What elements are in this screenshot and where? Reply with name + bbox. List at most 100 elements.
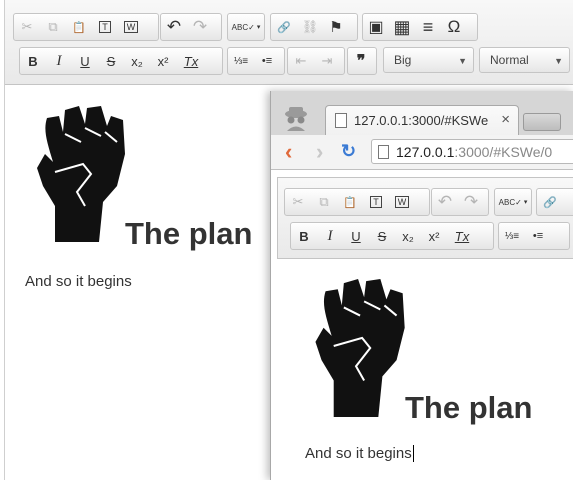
embedded-editor-toolbar: ✂ ⧉ 📋 T W ↶ ↷ ABC✓ ▾ 🔗 B I U S x₂ x² Tx ⅓…: [277, 177, 573, 259]
page-paragraph: And so it begins: [25, 273, 132, 290]
page-paragraph-text: And so it begins: [305, 445, 412, 462]
table-button[interactable]: ▦: [389, 14, 415, 40]
indent-group: ⇤ ⇥: [287, 47, 345, 75]
incognito-browser-window: 127.0.0.1:3000/#KSWe × ‹ › ↻ 127.0.0.1:3…: [270, 91, 573, 480]
basicstyles-group: B I U S x₂ x² Tx: [19, 47, 223, 75]
remove-format-icon: Tx: [454, 228, 470, 244]
chevron-down-icon: ▼: [554, 56, 563, 66]
paste-word-button[interactable]: W: [389, 189, 415, 215]
paste-text-icon: T: [370, 196, 382, 208]
superscript-button[interactable]: x²: [150, 48, 176, 74]
bold-icon: B: [28, 53, 38, 69]
format-combo[interactable]: Normal ▼: [479, 47, 570, 73]
paste-text-button[interactable]: T: [92, 14, 118, 40]
undo-icon: ↶: [166, 17, 182, 36]
undo-button[interactable]: ↶: [432, 189, 458, 215]
anchor-button[interactable]: ⚑: [323, 14, 349, 40]
bold-icon: B: [299, 228, 309, 244]
close-icon[interactable]: ×: [501, 111, 510, 128]
image-icon: ▣: [368, 19, 384, 36]
strike-button[interactable]: S: [369, 223, 395, 249]
bulleted-list-icon: •≡: [261, 55, 273, 67]
numbered-list-button[interactable]: ⅓≡: [228, 48, 254, 74]
special-char-icon: Ω: [447, 17, 461, 36]
undo-button[interactable]: ↶: [161, 14, 187, 40]
link-group: 🔗: [536, 188, 573, 216]
paste-word-icon: W: [394, 196, 410, 208]
italic-button[interactable]: I: [317, 223, 343, 249]
paste-button[interactable]: 📋: [66, 14, 92, 40]
font-size-combo[interactable]: Big ▼: [383, 47, 474, 73]
redo-button[interactable]: ↷: [458, 189, 484, 215]
strike-button[interactable]: S: [98, 48, 124, 74]
copy-button[interactable]: ⧉: [311, 189, 337, 215]
cut-button[interactable]: ✂: [14, 14, 40, 40]
page-paragraph: And so it begins: [305, 445, 414, 462]
underline-button[interactable]: U: [72, 48, 98, 74]
superscript-button[interactable]: x²: [421, 223, 447, 249]
page-heading: The plan: [405, 390, 533, 425]
address-bar-area: ‹ › ↻ 127.0.0.1:3000/#KSWe/0: [271, 135, 573, 170]
paste-text-button[interactable]: T: [363, 189, 389, 215]
italic-icon: I: [56, 52, 62, 69]
bold-button[interactable]: B: [291, 223, 317, 249]
numbered-list-icon: ⅓≡: [233, 55, 249, 67]
blockquote-button[interactable]: ❞: [348, 48, 374, 74]
embedded-editor-content[interactable]: The plan And so it begins: [271, 257, 573, 480]
cut-icon: ✂: [21, 19, 33, 34]
bulleted-list-button[interactable]: •≡: [525, 223, 551, 249]
copy-button[interactable]: ⧉: [40, 14, 66, 40]
reload-icon[interactable]: ↻: [341, 141, 356, 162]
bold-button[interactable]: B: [20, 48, 46, 74]
unlink-button[interactable]: ⛓: [297, 14, 323, 40]
spellcheck-button[interactable]: ABC✓ ▾: [228, 14, 264, 40]
redo-icon: ↷: [463, 192, 479, 211]
bulleted-list-button[interactable]: •≡: [254, 48, 280, 74]
special-char-button[interactable]: Ω: [441, 14, 467, 40]
horizontal-rule-icon: ≡: [422, 16, 434, 37]
outdent-icon: ⇤: [295, 53, 307, 68]
outdent-button[interactable]: ⇤: [288, 48, 314, 74]
underline-button[interactable]: U: [343, 223, 369, 249]
link-button[interactable]: 🔗: [537, 189, 563, 215]
list-group: ⅓≡ •≡: [498, 222, 570, 250]
raised-fist-image: [37, 106, 125, 242]
forward-icon[interactable]: ›: [316, 139, 323, 165]
new-tab-button[interactable]: [523, 113, 561, 131]
paste-button[interactable]: 📋: [337, 189, 363, 215]
link-button[interactable]: 🔗: [271, 14, 297, 40]
italic-button[interactable]: I: [46, 48, 72, 74]
basicstyles-group: B I U S x₂ x² Tx: [290, 222, 494, 250]
url-input[interactable]: 127.0.0.1:3000/#KSWe/0: [371, 139, 573, 164]
remove-format-button[interactable]: Tx: [176, 48, 206, 74]
anchor-flag-icon: ⚑: [329, 19, 343, 36]
undo-group: ↶ ↷: [431, 188, 489, 216]
back-icon[interactable]: ‹: [285, 139, 292, 165]
editor-toolbar: ✂ ⧉ 📋 T W ↶ ↷ ABC✓▾ 🔗 ⛓ ⚑ ▣ ▦ ≡ Ω B I U: [5, 0, 573, 85]
image-button[interactable]: ▣: [363, 14, 389, 40]
tab-active[interactable]: 127.0.0.1:3000/#KSWe ×: [325, 105, 519, 135]
tab-title: 127.0.0.1:3000/#KSWe: [354, 113, 489, 128]
italic-icon: I: [327, 227, 333, 244]
superscript-icon: x²: [157, 53, 169, 69]
spellcheck-button[interactable]: ABC✓ ▾: [495, 189, 531, 215]
chevron-down-icon: ▼: [458, 56, 467, 66]
strikethrough-icon: S: [377, 228, 387, 244]
subscript-button[interactable]: x₂: [124, 48, 150, 74]
cut-button[interactable]: ✂: [285, 189, 311, 215]
remove-format-icon: Tx: [183, 53, 199, 69]
spellcheck-group: ABC✓ ▾: [227, 13, 265, 41]
url-host: 127.0.0.1: [396, 143, 455, 160]
indent-button[interactable]: ⇥: [314, 48, 340, 74]
underline-icon: U: [80, 53, 90, 69]
undo-group: ↶ ↷: [160, 13, 222, 41]
redo-button[interactable]: ↷: [187, 14, 213, 40]
paste-word-button[interactable]: W: [118, 14, 144, 40]
cut-icon: ✂: [292, 194, 304, 209]
remove-format-button[interactable]: Tx: [447, 223, 477, 249]
page-icon: [335, 113, 347, 128]
subscript-button[interactable]: x₂: [395, 223, 421, 249]
numbered-list-button[interactable]: ⅓≡: [499, 223, 525, 249]
horizontal-rule-button[interactable]: ≡: [415, 14, 441, 40]
link-icon: 🔗: [543, 196, 557, 209]
